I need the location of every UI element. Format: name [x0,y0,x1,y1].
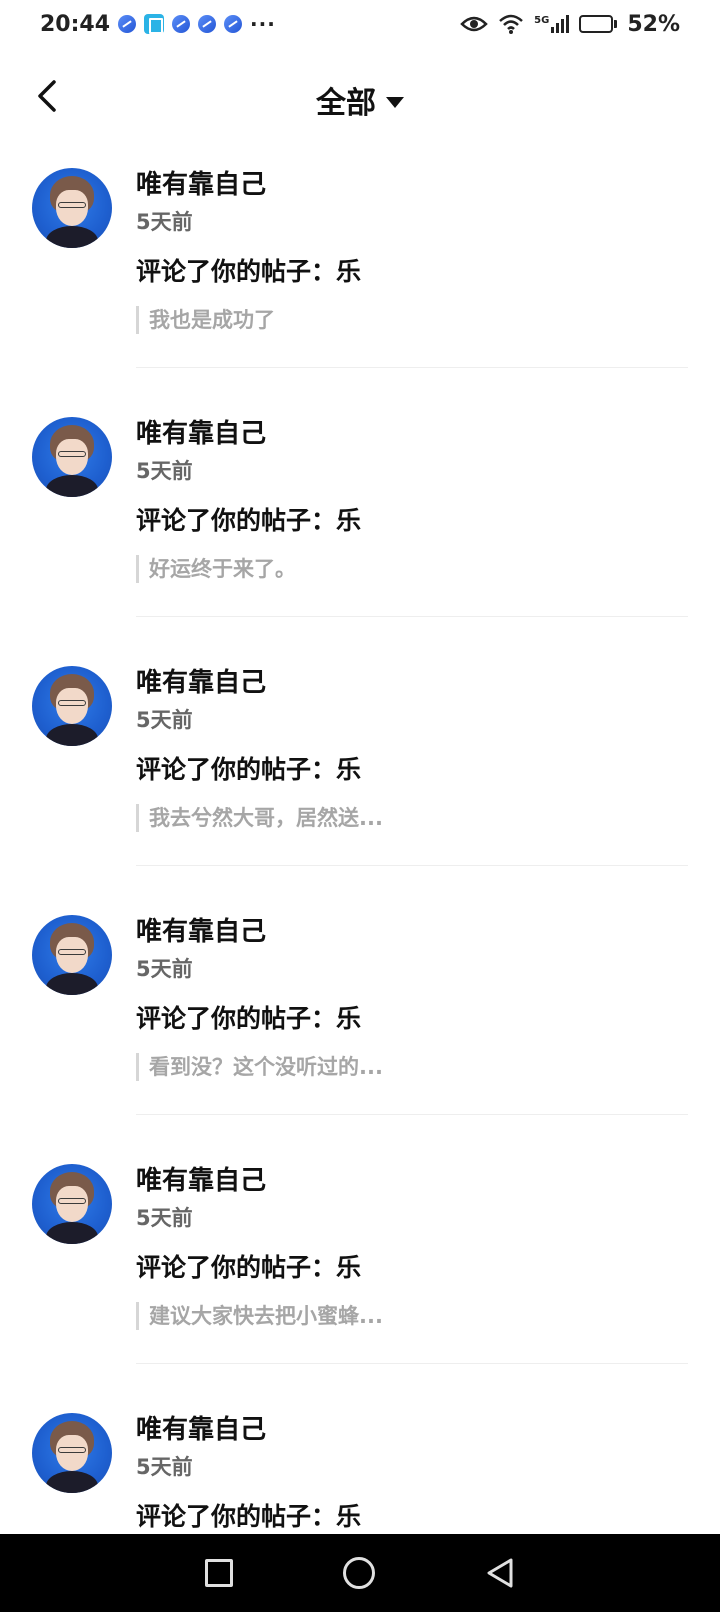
divider [136,1114,688,1115]
notification-action: 评论了你的帖子：乐 [136,1502,362,1531]
notification-action: 评论了你的帖子：乐 [136,506,362,535]
status-left: 20:44 ··· [40,12,276,37]
notification-action: 评论了你的帖子：乐 [136,1004,362,1033]
avatar[interactable] [32,915,112,995]
notification-item[interactable]: 唯有靠自己 5天前 评论了你的帖子：乐 我也是成功了 [0,160,720,409]
notification-item[interactable]: 唯有靠自己 5天前 评论了你的帖子：乐 好运终于来了。 [0,409,720,658]
recent-apps-button[interactable] [205,1559,233,1587]
avatar[interactable] [32,417,112,497]
network-type: 5G [534,15,550,26]
avatar[interactable] [32,168,112,248]
avatar[interactable] [32,1413,112,1493]
timestamp: 5天前 [136,210,193,234]
timestamp: 5天前 [136,459,193,483]
filter-dropdown[interactable]: 全部 [0,78,720,122]
notification-item[interactable]: 唯有靠自己 5天前 评论了你的帖子：乐 建议大家快去把小蜜蜂... [0,1156,720,1405]
timestamp: 5天前 [136,957,193,981]
divider [136,1363,688,1364]
notification-item[interactable]: 唯有靠自己 5天前 评论了你的帖子：乐 看到没？这个没听过的... [0,907,720,1156]
comment-quote: 建议大家快去把小蜜蜂... [136,1302,383,1330]
app-notification-icon [224,15,243,33]
comment-quote: 看到没？这个没听过的... [136,1053,383,1081]
cellular-signal-icon: 5G [534,15,570,33]
divider [136,865,688,866]
notification-item[interactable]: 唯有靠自己 5天前 评论了你的帖子：乐 我去兮然大哥，居然送... [0,658,720,907]
comment-quote: 我也是成功了 [136,306,275,334]
avatar[interactable] [32,666,112,746]
username[interactable]: 唯有靠自己 [136,413,266,450]
username[interactable]: 唯有靠自己 [136,164,266,201]
username[interactable]: 唯有靠自己 [136,662,266,699]
caret-down-icon [386,96,404,108]
app-notification-icon [198,15,217,33]
home-button[interactable] [343,1557,375,1589]
timestamp: 5天前 [136,1206,193,1230]
wifi-icon [499,14,523,34]
status-time: 20:44 [40,11,111,37]
comment-quote: 我去兮然大哥，居然送... [136,804,383,832]
status-bar: 20:44 ··· 5G 52% [0,0,720,48]
timestamp: 5天前 [136,1455,193,1479]
divider [136,367,688,368]
avatar[interactable] [32,1164,112,1244]
app-notification-icon [172,15,191,33]
comment-quote: 好运终于来了。 [136,555,296,583]
app-notification-icon [118,15,137,33]
divider [136,616,688,617]
notification-action: 评论了你的帖子：乐 [136,755,362,784]
username[interactable]: 唯有靠自己 [136,1409,266,1446]
notification-action: 评论了你的帖子：乐 [136,1253,362,1282]
eye-icon [460,16,488,32]
system-back-button[interactable] [485,1557,515,1589]
notification-list: 唯有靠自己 5天前 评论了你的帖子：乐 我也是成功了 唯有靠自己 5天前 评论了… [0,160,720,1612]
notification-action: 评论了你的帖子：乐 [136,257,362,286]
page-title: 全部 [316,86,376,121]
system-nav-bar [0,1534,720,1612]
battery-percent: 52% [627,11,680,37]
reader-app-icon [144,14,165,34]
timestamp: 5天前 [136,708,193,732]
more-notifications-icon: ··· [250,12,276,36]
username[interactable]: 唯有靠自己 [136,1160,266,1197]
battery-icon [579,15,618,33]
top-nav-header: 全部 [0,48,720,148]
username[interactable]: 唯有靠自己 [136,911,266,948]
status-right: 5G 52% [460,12,680,37]
